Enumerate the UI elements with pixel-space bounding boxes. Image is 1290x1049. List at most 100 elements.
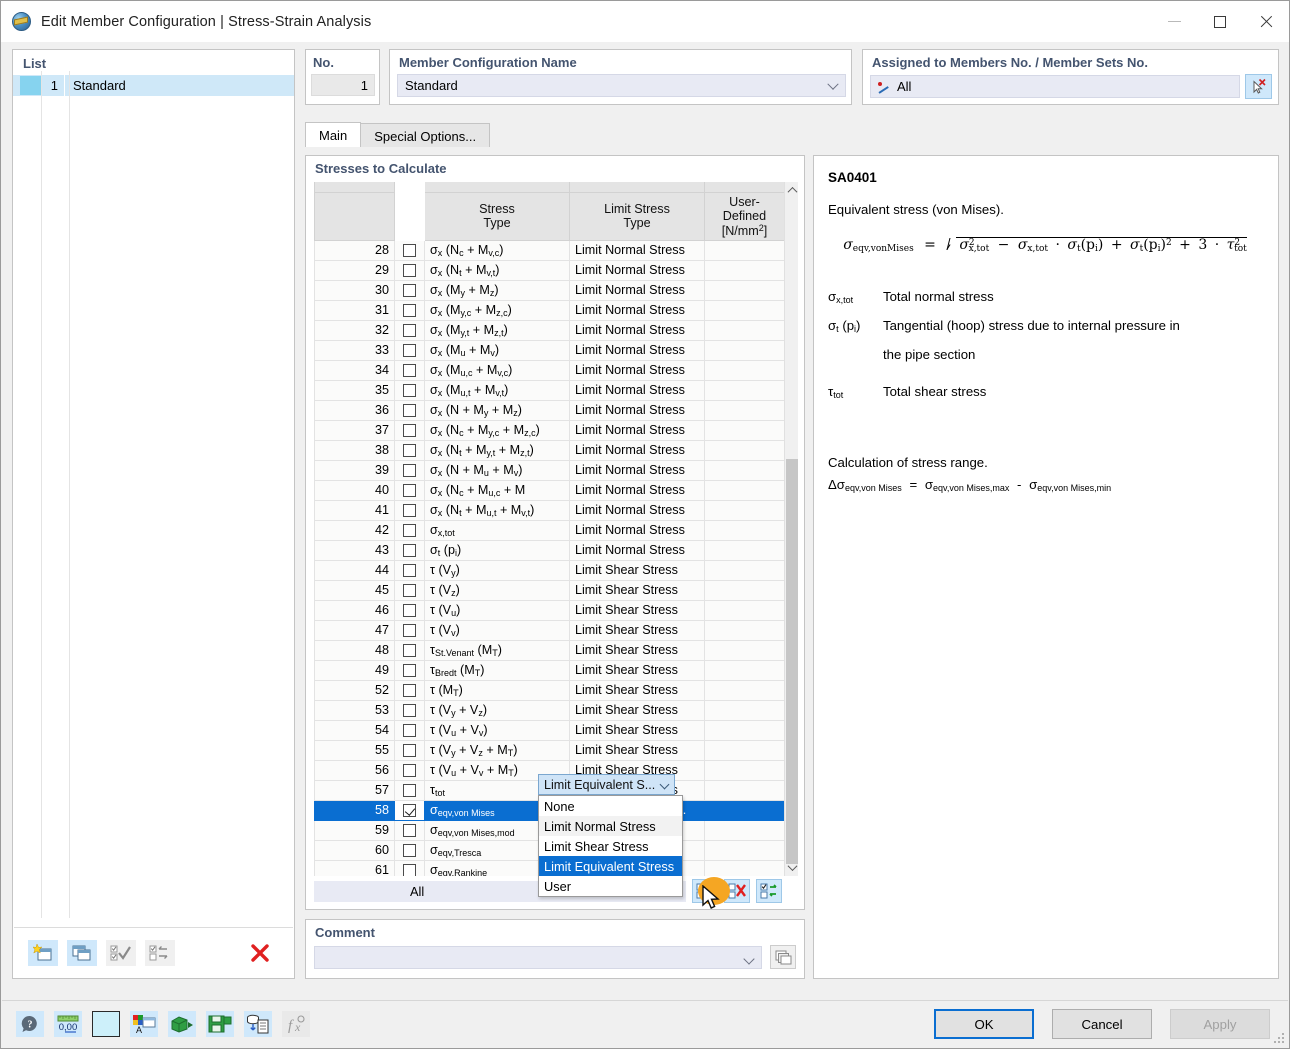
color-swatch-icon[interactable] [92,1011,120,1037]
row-checkbox[interactable] [403,744,416,757]
row-checkbox-cell[interactable] [395,240,425,260]
row-checkbox-cell[interactable] [395,840,425,860]
row-checkbox[interactable] [403,524,416,537]
row-checkbox-cell[interactable] [395,380,425,400]
new-configuration-icon[interactable] [28,940,58,966]
row-checkbox-cell[interactable] [395,640,425,660]
user-defined-cell[interactable] [705,360,785,380]
row-checkbox-cell[interactable] [395,540,425,560]
limit-stress-type-cell[interactable]: Limit Normal Stress [570,460,705,480]
row-checkbox[interactable] [403,244,416,257]
user-defined-cell[interactable] [705,780,785,800]
row-checkbox[interactable] [403,504,416,517]
table-row[interactable]: 47τ (Vv)Limit Shear Stress [315,620,785,640]
row-checkbox[interactable] [403,864,416,876]
limit-stress-type-cell[interactable]: Limit Shear Stress [570,660,705,680]
limit-stress-type-cell[interactable]: Limit Normal Stress [570,360,705,380]
resize-grip[interactable] [1274,1033,1284,1043]
row-checkbox-cell[interactable] [395,280,425,300]
row-checkbox-cell[interactable] [395,620,425,640]
table-row[interactable]: 30σx (My + Mz)Limit Normal Stress [315,280,785,300]
user-defined-cell[interactable] [705,560,785,580]
row-checkbox[interactable] [403,324,416,337]
user-defined-cell[interactable] [705,340,785,360]
row-checkbox[interactable] [403,384,416,397]
row-checkbox[interactable] [403,364,416,377]
limit-stress-type-cell[interactable]: Limit Normal Stress [570,300,705,320]
limit-stress-type-cell[interactable]: Limit Normal Stress [570,260,705,280]
row-checkbox[interactable] [403,644,416,657]
row-checkbox[interactable] [403,464,416,477]
row-checkbox[interactable] [403,804,416,817]
row-checkbox[interactable] [403,824,416,837]
limit-stress-type-cell[interactable]: Limit Normal Stress [570,340,705,360]
table-row[interactable]: 28σx (Nc + Mv,c)Limit Normal Stress [315,240,785,260]
user-defined-cell[interactable] [705,620,785,640]
limit-stress-type-cell[interactable]: Limit Normal Stress [570,320,705,340]
user-defined-cell[interactable] [705,760,785,780]
row-checkbox-cell[interactable] [395,740,425,760]
row-checkbox-cell[interactable] [395,480,425,500]
apply-button[interactable]: Apply [1170,1009,1270,1039]
close-button[interactable] [1243,1,1289,42]
cancel-button[interactable]: Cancel [1052,1009,1152,1039]
user-defined-cell[interactable] [705,260,785,280]
table-row[interactable]: 36σx (N + My + Mz)Limit Normal Stress [315,400,785,420]
limit-stress-type-cell[interactable]: Limit Normal Stress [570,440,705,460]
delete-configuration-icon[interactable] [245,940,275,966]
dropdown-option[interactable]: Limit Normal Stress [539,816,682,836]
table-row[interactable]: 40σx (Nc + Mu,c + MLimit Normal Stress [315,480,785,500]
row-checkbox-cell[interactable] [395,420,425,440]
user-defined-cell[interactable] [705,840,785,860]
row-checkbox[interactable] [403,784,416,797]
row-checkbox-cell[interactable] [395,580,425,600]
row-checkbox-cell[interactable] [395,800,425,820]
table-row[interactable]: 45τ (Vz)Limit Shear Stress [315,580,785,600]
limit-stress-type-cell[interactable]: Limit Normal Stress [570,380,705,400]
row-checkbox-cell[interactable] [395,320,425,340]
row-checkbox-cell[interactable] [395,760,425,780]
row-checkbox-cell[interactable] [395,460,425,480]
import-icon[interactable] [244,1011,272,1037]
units-decimal-places-icon[interactable]: 0,00 [54,1011,82,1037]
user-defined-cell[interactable] [705,480,785,500]
row-checkbox[interactable] [403,604,416,617]
user-defined-cell[interactable] [705,740,785,760]
limit-stress-type-cell[interactable]: Limit Shear Stress [570,600,705,620]
scroll-down-icon[interactable] [785,859,799,876]
table-row[interactable]: 37σx (Nc + My,c + Mz,c)Limit Normal Stre… [315,420,785,440]
table-row[interactable]: 53τ (Vy + Vz)Limit Shear Stress [315,700,785,720]
table-row[interactable]: 41σx (Nt + Mu,t + Mv,t)Limit Normal Stre… [315,500,785,520]
row-checkbox-cell[interactable] [395,340,425,360]
select-all-icon[interactable] [106,940,136,966]
table-row[interactable]: 43σt (pi)Limit Normal Stress [315,540,785,560]
table-row[interactable]: 35σx (Mu,t + Mv,t)Limit Normal Stress [315,380,785,400]
table-row[interactable]: 48τSt.Venant (MT)Limit Shear Stress [315,640,785,660]
maximize-button[interactable] [1197,1,1243,42]
user-defined-cell[interactable] [705,520,785,540]
user-defined-cell[interactable] [705,280,785,300]
dropdown-option[interactable]: Limit Shear Stress [539,836,682,856]
row-checkbox[interactable] [403,264,416,277]
row-checkbox[interactable] [403,564,416,577]
row-checkbox-cell[interactable] [395,400,425,420]
comment-input[interactable] [314,946,762,969]
user-defined-cell[interactable] [705,640,785,660]
table-row[interactable]: 54τ (Vu + Vv)Limit Shear Stress [315,720,785,740]
table-row[interactable]: 42σx,totLimit Normal Stress [315,520,785,540]
row-checkbox[interactable] [403,544,416,557]
table-row[interactable]: 46τ (Vu)Limit Shear Stress [315,600,785,620]
table-row[interactable]: 34σx (Mu,c + Mv,c)Limit Normal Stress [315,360,785,380]
formula-icon[interactable]: f x [282,1011,310,1037]
row-checkbox-cell[interactable] [395,660,425,680]
row-checkbox-cell[interactable] [395,440,425,460]
table-row[interactable]: 55τ (Vy + Vz + MT)Limit Shear Stress [315,740,785,760]
row-checkbox-cell[interactable] [395,560,425,580]
table-row[interactable]: 44τ (Vy)Limit Shear Stress [315,560,785,580]
user-defined-cell[interactable] [705,720,785,740]
limit-stress-type-cell[interactable]: Limit Normal Stress [570,520,705,540]
user-defined-cell[interactable] [705,700,785,720]
table-row[interactable]: 31σx (My,c + Mz,c)Limit Normal Stress [315,300,785,320]
user-defined-cell[interactable] [705,380,785,400]
limit-stress-type-cell[interactable]: Limit Normal Stress [570,480,705,500]
